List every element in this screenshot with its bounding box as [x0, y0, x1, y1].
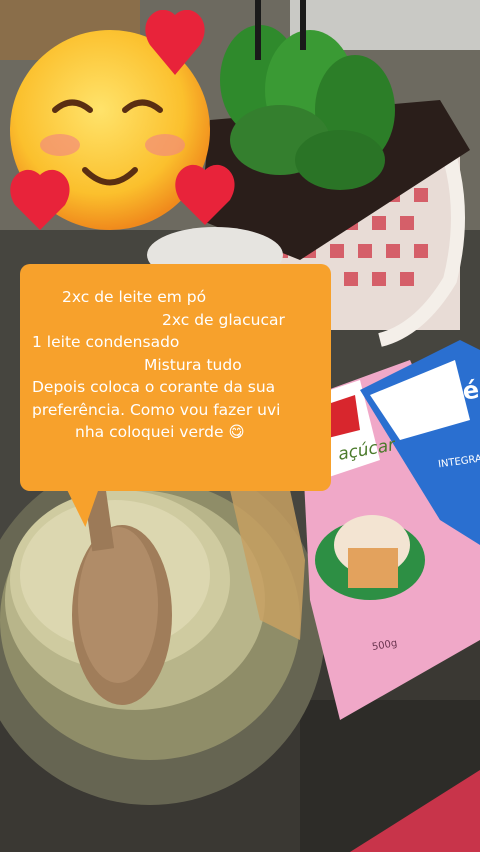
caption-line: Depois coloca o corante da sua — [32, 378, 276, 396]
smiling-face-with-hearts-icon — [10, 10, 235, 230]
caption-line: Mistura tudo — [144, 355, 242, 374]
caption-line: 2xc de glacucar — [162, 310, 285, 329]
caption-line: nha coloquei verde 😋 — [75, 423, 245, 441]
recipe-caption: 2xc de leite em pó 2xc de glacucar 1 lei… — [20, 264, 331, 491]
caption-line: 1 leite condensado — [32, 333, 180, 351]
caption-line: 2xc de leite em pó — [62, 288, 207, 306]
caption-line: preferência. Como vou fazer uvi — [32, 400, 281, 419]
caption-tail — [66, 489, 106, 527]
